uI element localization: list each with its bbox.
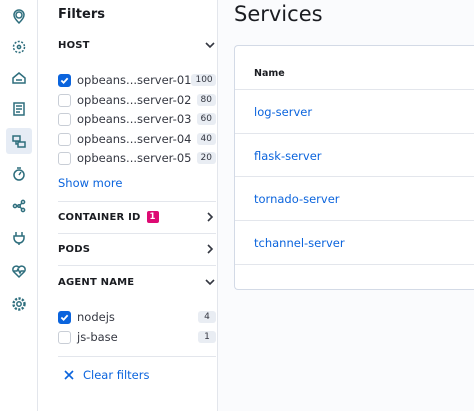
host-option-label: opbeans...server-05 [77,151,192,165]
chevron-right-icon [207,244,214,254]
container-id-label: CONTAINER ID [58,211,141,223]
divider [58,233,216,234]
checkbox[interactable] [58,151,71,165]
agent-option-label: nodejs [77,310,115,324]
clear-filters-label: Clear filters [83,368,150,382]
table-row: tchannel-server [235,220,474,264]
close-icon [64,370,74,380]
host-option-count: 40 [196,133,216,145]
checkbox[interactable] [58,330,71,344]
host-option-count: 60 [196,113,216,125]
filters-panel: Filters HOST opbeans...server-01 100 opb… [38,0,218,411]
host-option-count: 20 [196,152,216,164]
gear-icon[interactable] [9,294,29,314]
agent-name-section-toggle[interactable]: AGENT NAME [58,272,216,292]
services-table: Name log-server flask-server tornado-ser… [234,45,474,290]
host-option[interactable]: opbeans...server-05 20 [58,149,216,167]
table-row: tornado-server [235,176,474,220]
container-id-section-title: CONTAINER ID 1 [58,211,159,223]
container-id-badge: 1 [146,211,159,223]
host-section-toggle[interactable]: HOST [58,35,216,55]
table-bottom-rule [235,264,474,265]
host-option-label: opbeans...server-03 [77,112,192,126]
agent-option[interactable]: nodejs 4 [58,308,216,326]
agent-name-section-title: AGENT NAME [58,276,135,288]
host-option-count: 80 [196,94,216,106]
apm-icon[interactable] [6,128,32,154]
pods-section-toggle[interactable]: PODS [58,239,216,259]
logs-icon[interactable] [9,68,29,88]
service-link[interactable]: tchannel-server [254,236,345,250]
divider [58,265,216,266]
host-option[interactable]: opbeans...server-02 80 [58,91,216,109]
service-link[interactable]: flask-server [254,149,322,163]
checkbox[interactable] [58,93,71,107]
service-link[interactable]: log-server [254,105,312,119]
host-option[interactable]: opbeans...server-01 100 [58,71,216,89]
host-option-label: opbeans...server-04 [77,132,192,146]
host-option-label: opbeans...server-02 [77,93,192,107]
divider [58,201,216,202]
service-link[interactable]: tornado-server [254,192,340,206]
host-option[interactable]: opbeans...server-04 40 [58,130,216,148]
page-title: Services [234,2,323,26]
agent-option-label: js-base [77,330,118,344]
chevron-right-icon [207,212,214,222]
host-option-label: opbeans...server-01 [77,73,192,87]
clear-filters-button[interactable]: Clear filters [64,368,149,382]
host-option-count: 100 [191,74,216,86]
nav-rail [0,0,38,411]
agent-option-count: 1 [198,331,216,343]
checkbox-checked[interactable] [58,310,71,324]
chevron-down-icon [205,279,215,286]
host-section-title: HOST [58,39,90,51]
notebook-icon[interactable] [9,99,29,119]
nodes-icon[interactable] [9,196,29,216]
host-option[interactable]: opbeans...server-03 60 [58,110,216,128]
show-more-link[interactable]: Show more [58,176,122,190]
checkbox-checked[interactable] [58,73,71,87]
checkbox[interactable] [58,112,71,126]
container-id-section-toggle[interactable]: CONTAINER ID 1 [58,207,216,227]
pods-section-title: PODS [58,243,91,255]
column-header-name[interactable]: Name [254,68,285,79]
graph-icon[interactable] [9,37,29,57]
filters-title: Filters [58,7,105,22]
table-row: log-server [235,89,474,133]
uptime-icon[interactable] [9,164,29,184]
map-pin-icon[interactable] [9,7,29,27]
plug-icon[interactable] [9,228,29,248]
heartbeat-icon[interactable] [9,261,29,281]
divider [58,356,216,357]
table-row: flask-server [235,133,474,177]
agent-option-count: 4 [198,311,216,323]
chevron-down-icon [205,42,215,49]
agent-option[interactable]: js-base 1 [58,328,216,346]
checkbox[interactable] [58,132,71,146]
